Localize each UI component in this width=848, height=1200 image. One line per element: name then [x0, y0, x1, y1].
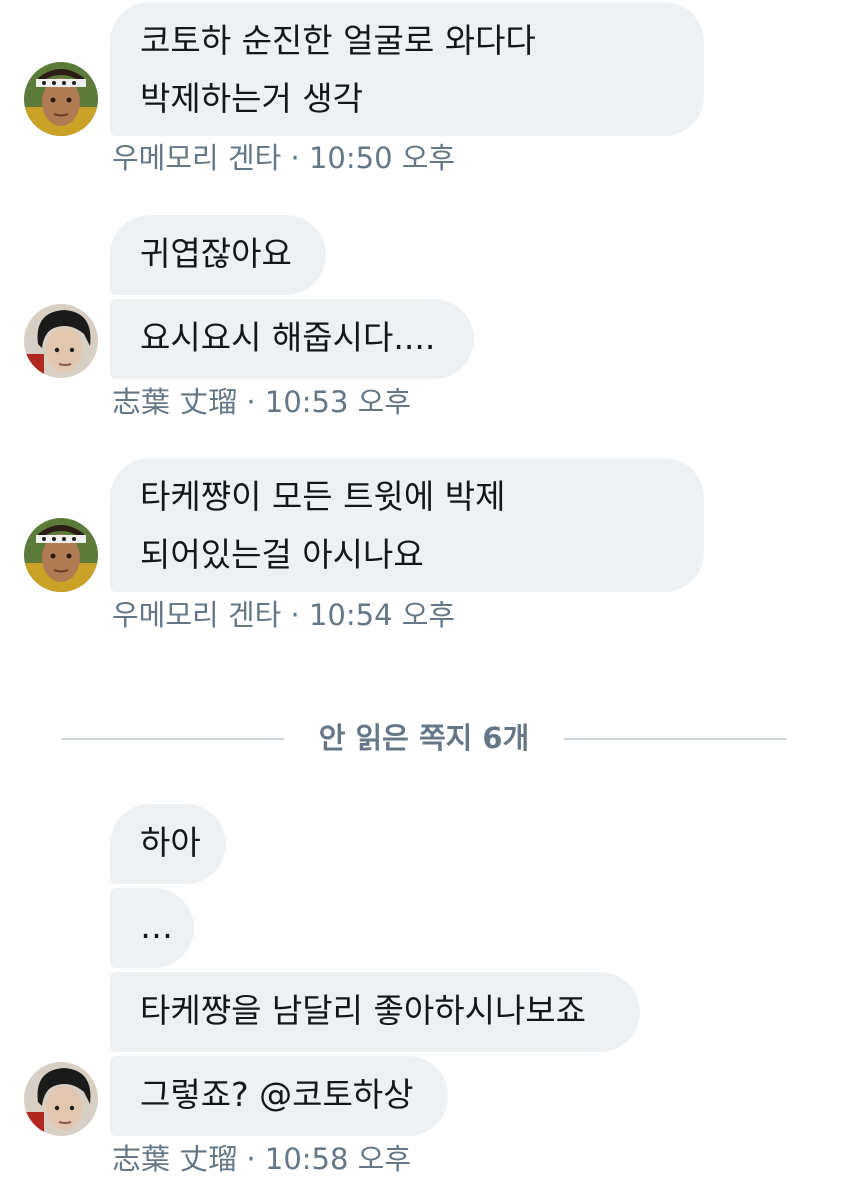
- message-text: 타케쨩이 모든 트윗에 박제: [140, 477, 506, 516]
- message-meta: 志葉 丈瑠 · 10:58 오후: [112, 1142, 412, 1176]
- message-bubble[interactable]: 타케쨩을 남달리 좋아하시나보죠: [110, 972, 640, 1052]
- message-meta: 志葉 丈瑠 · 10:53 오후: [112, 385, 412, 419]
- message-bubble[interactable]: 귀엽잖아요: [110, 215, 326, 295]
- avatar[interactable]: [24, 304, 98, 378]
- message-text: 하아: [140, 823, 201, 862]
- message-bubble[interactable]: 하아: [110, 804, 226, 884]
- avatar[interactable]: [24, 1062, 98, 1136]
- unread-divider: 안 읽은 쪽지 6개: [62, 716, 786, 760]
- message-text: 귀엽잖아요: [140, 234, 292, 273]
- message-text: 요시요시 해줍시다....: [140, 318, 436, 357]
- message-meta: 우메모리 겐타 · 10:50 오후: [112, 141, 456, 175]
- message-text: 코토하 순진한 얼굴로 와다다: [140, 21, 536, 60]
- avatar-dark-hair-icon: [24, 1062, 98, 1136]
- avatar[interactable]: [24, 518, 98, 592]
- avatar-headband-icon: [24, 518, 98, 592]
- message-text: …: [140, 907, 173, 946]
- message-bubble[interactable]: 요시요시 해줍시다....: [110, 299, 474, 379]
- message-bubble[interactable]: 코토하 순진한 얼굴로 와다다 박제하는거 생각: [110, 2, 704, 136]
- message-bubble[interactable]: …: [110, 888, 194, 968]
- avatar-dark-hair-icon: [24, 304, 98, 378]
- message-text: 타케쨩을 남달리 좋아하시나보죠: [140, 991, 587, 1030]
- message-bubble[interactable]: 그렇죠? @코토하상: [110, 1056, 448, 1136]
- avatar[interactable]: [24, 62, 98, 136]
- avatar-headband-icon: [24, 62, 98, 136]
- message-bubble[interactable]: 타케쨩이 모든 트윗에 박제 되어있는걸 아시나요: [110, 458, 704, 592]
- message-text: 박제하는거 생각: [140, 79, 364, 118]
- message-text: 되어있는걸 아시나요: [140, 535, 424, 574]
- message-meta: 우메모리 겐타 · 10:54 오후: [112, 598, 456, 632]
- message-text: 그렇죠? @코토하상: [140, 1075, 414, 1114]
- divider-line: [564, 738, 786, 740]
